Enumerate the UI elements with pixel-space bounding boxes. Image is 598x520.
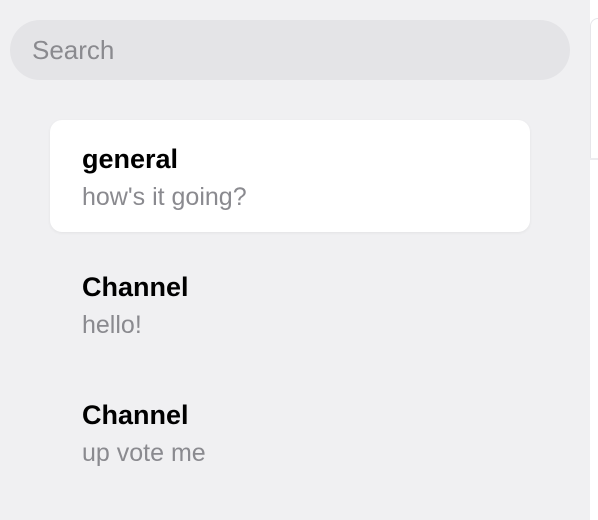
- chat-pane: [590, 0, 598, 520]
- channel-item[interactable]: Channel up vote me: [50, 376, 530, 488]
- channel-last-message: how's it going?: [82, 183, 247, 211]
- channel-name: general: [82, 144, 179, 174]
- channel-list: general how's it going? Channel hello! C…: [50, 120, 530, 504]
- channel-sidebar: general how's it going? Channel hello! C…: [0, 0, 590, 520]
- chat-header: [590, 18, 598, 158]
- channel-name: Channel: [82, 272, 189, 302]
- search-bar[interactable]: [10, 20, 570, 80]
- header-divider: [590, 158, 598, 160]
- channel-name: Channel: [82, 400, 189, 430]
- app-window: general how's it going? Channel hello! C…: [0, 0, 598, 520]
- channel-last-message: hello!: [82, 311, 142, 339]
- channel-last-message: up vote me: [82, 439, 206, 467]
- channel-item-general[interactable]: general how's it going?: [50, 120, 530, 232]
- channel-item[interactable]: Channel hello!: [50, 248, 530, 360]
- search-input[interactable]: [10, 20, 570, 80]
